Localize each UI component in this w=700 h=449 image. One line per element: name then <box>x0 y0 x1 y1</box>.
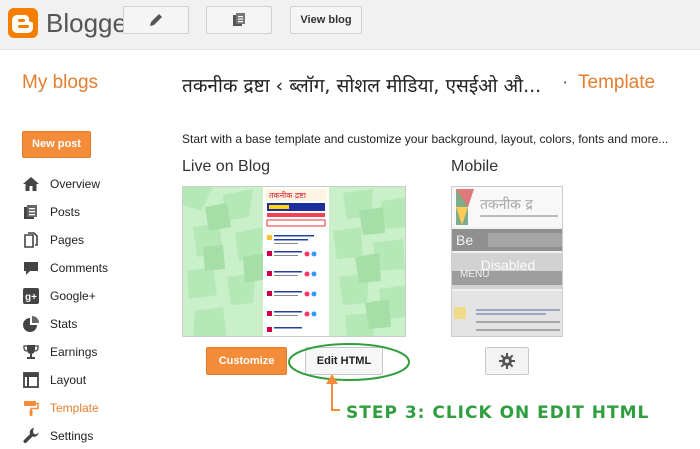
sidebar-item-pages[interactable]: Pages <box>22 226 162 254</box>
view-blog-button[interactable]: View blog <box>290 6 362 34</box>
posts-list-button[interactable] <box>206 6 272 34</box>
posts-list-icon <box>233 13 245 26</box>
sidebar-item-label: Pages <box>50 233 85 247</box>
sidebar-item-template[interactable]: Template <box>22 394 162 422</box>
sidebar-item-label: Google+ <box>50 289 96 303</box>
template-intro-text: Start with a base template and customize… <box>182 132 669 146</box>
step-annotation-text: STEP 3: CLICK ON EDIT HTML <box>346 403 650 423</box>
home-icon <box>22 175 40 193</box>
sidebar-item-layout[interactable]: Layout <box>22 366 162 394</box>
sidebar-item-label: Overview <box>50 177 101 191</box>
page-title: Template <box>578 72 656 93</box>
edit-html-button[interactable]: Edit HTML <box>305 347 383 375</box>
pie-chart-icon <box>22 315 40 333</box>
blogger-logo-icon[interactable] <box>8 8 38 38</box>
svg-text:g+: g+ <box>25 292 37 303</box>
sidebar-item-posts[interactable]: Posts <box>22 198 162 226</box>
paint-roller-icon <box>22 399 40 417</box>
sidebar-item-stats[interactable]: Stats <box>22 310 162 338</box>
live-template-preview[interactable]: तकनीक द्रष्टा <box>182 186 406 337</box>
annotation-arrow <box>331 382 340 411</box>
sidebar-item-google-plus[interactable]: g+ Google+ <box>22 282 162 310</box>
posts-icon <box>22 203 40 221</box>
sidebar-item-label: Earnings <box>50 345 98 359</box>
pages-icon <box>22 231 40 249</box>
wrench-icon <box>22 427 40 445</box>
blog-title[interactable]: तकनीक द्रष्टा ‹ ब्लॉग, सोशल मीडिया, एसईओ… <box>182 72 541 98</box>
sidebar-item-label: Settings <box>50 429 94 443</box>
mobile-disabled-label: Disabled <box>480 257 536 273</box>
sidebar-item-earnings[interactable]: Earnings <box>22 338 162 366</box>
top-bar: Blogger View blog <box>0 0 700 50</box>
sidebar-item-label: Template <box>50 401 99 415</box>
comment-icon <box>22 259 40 277</box>
sidebar-item-label: Stats <box>50 317 78 331</box>
pencil-icon <box>150 14 162 26</box>
mobile-settings-button[interactable] <box>485 347 529 375</box>
sidebar-item-settings[interactable]: Settings <box>22 422 162 449</box>
sidebar-item-label: Comments <box>50 261 109 275</box>
new-post-pencil-button[interactable] <box>123 6 189 34</box>
annotation-arrowhead <box>326 374 338 384</box>
sidebar-item-overview[interactable]: Overview <box>22 170 162 198</box>
svg-text:तकनीक द्रष्टा: तकनीक द्रष्टा <box>269 190 307 200</box>
google-plus-icon: g+ <box>22 287 40 305</box>
my-blogs-link[interactable]: My blogs <box>22 72 98 94</box>
customize-button[interactable]: Customize <box>206 347 287 375</box>
layout-icon <box>22 371 40 389</box>
sidebar-item-comments[interactable]: Comments <box>22 254 162 282</box>
new-post-button[interactable]: New post <box>22 131 91 158</box>
sidebar-nav: Overview Posts Pages Comments g+ Google+… <box>22 170 162 449</box>
gear-icon <box>499 353 515 369</box>
trophy-icon <box>22 343 40 361</box>
mobile-template-preview[interactable]: तकनीक द्र Be MENU Disabled <box>451 186 563 337</box>
sidebar-item-label: Layout <box>50 373 87 387</box>
breadcrumb-separator: · <box>562 72 569 93</box>
mobile-heading: Mobile <box>451 158 499 175</box>
sidebar-item-label: Posts <box>50 205 81 219</box>
live-on-blog-heading: Live on Blog <box>182 158 271 175</box>
